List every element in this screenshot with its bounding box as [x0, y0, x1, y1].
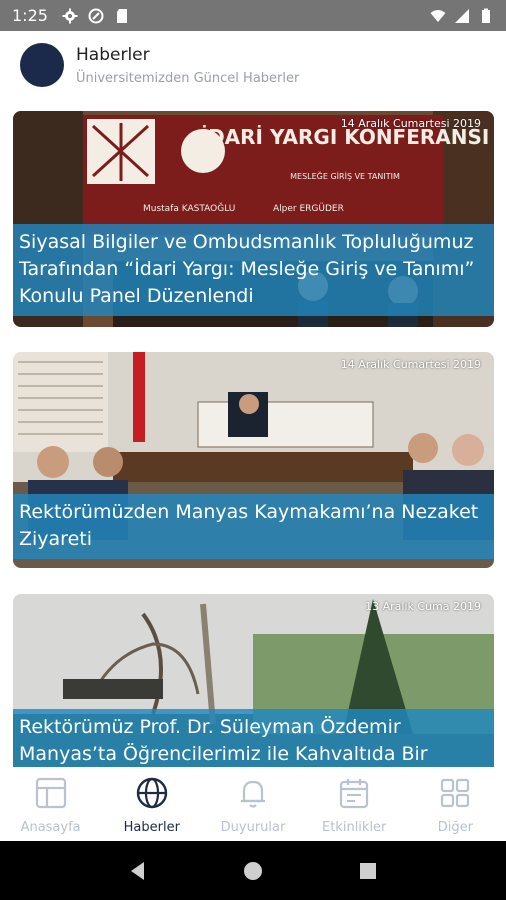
nav-item-duyurular[interactable]: Duyurular — [202, 767, 303, 841]
globe-icon — [136, 777, 167, 809]
news-title: Rektörümüzden Manyas Kaymakamı’na Nezake… — [13, 494, 494, 559]
battery-icon — [482, 8, 490, 23]
status-time: 1:25 — [12, 6, 48, 25]
nav-item-diger[interactable]: Diğer — [405, 767, 506, 841]
banner-speaker-2: Alper ERGÜDER — [273, 203, 344, 214]
news-card[interactable]: 14 Aralık Cumartesi 2019 Rektörümüzden M… — [13, 352, 494, 568]
bell-icon — [241, 780, 265, 808]
system-navigation-bar — [0, 841, 506, 900]
status-bar: 1:25 — [0, 0, 506, 31]
news-card[interactable]: İDARİ YARGI KONFERANSI MESLEĞE GİRİŞ VE … — [13, 111, 494, 327]
news-date: 13 Aralık Cuma 2019 — [365, 600, 481, 613]
page-title: Haberler — [76, 44, 150, 65]
nav-label: Duyurular — [220, 820, 286, 835]
nav-label: Diğer — [437, 820, 474, 835]
cell-signal-icon — [455, 8, 469, 23]
nav-label: Etkinlikler — [322, 820, 387, 835]
news-date: 14 Aralık Cumartesi 2019 — [340, 358, 481, 371]
page-header: Haberler Üniversitemizden Güncel Haberle… — [0, 31, 506, 99]
grid-icon — [441, 778, 470, 808]
news-card[interactable]: 13 Aralık Cuma 2019 Rektörümüz Prof. Dr.… — [13, 594, 494, 767]
layout-icon — [35, 777, 66, 809]
recents-icon[interactable] — [357, 860, 379, 882]
university-logo-avatar — [20, 43, 64, 87]
banner-speaker-1: Mustafa KASTAOĞLU — [143, 202, 235, 214]
wifi-icon — [430, 9, 446, 22]
nav-item-haberler[interactable]: Haberler — [101, 767, 202, 841]
calendar-icon — [340, 779, 369, 809]
nav-label: Haberler — [123, 820, 180, 835]
home-icon[interactable] — [242, 860, 264, 882]
bottom-navigation: Anasayfa Haberler Duyurular Etkinlikler … — [0, 767, 506, 841]
nav-item-etkinlikler[interactable]: Etkinlikler — [304, 767, 405, 841]
back-icon[interactable] — [127, 860, 149, 882]
news-title: Rektörümüz Prof. Dr. Süleyman Özdemir Ma… — [13, 709, 494, 767]
news-feed[interactable]: İDARİ YARGI KONFERANSI MESLEĞE GİRİŞ VE … — [0, 99, 506, 767]
news-date: 14 Aralık Cumartesi 2019 — [340, 117, 481, 130]
page-subtitle: Üniversitemizden Güncel Haberler — [76, 70, 300, 86]
nav-label: Anasayfa — [20, 820, 81, 835]
news-title: Siyasal Bilgiler ve Ombudsmanlık Toplulu… — [13, 224, 494, 316]
settings-gear-icon — [62, 8, 78, 23]
nav-item-anasayfa[interactable]: Anasayfa — [0, 767, 101, 841]
sd-card-icon — [116, 8, 127, 23]
data-saver-icon — [88, 8, 104, 23]
banner-subtitle: MESLEĞE GİRİŞ VE TANITIM — [290, 170, 400, 181]
